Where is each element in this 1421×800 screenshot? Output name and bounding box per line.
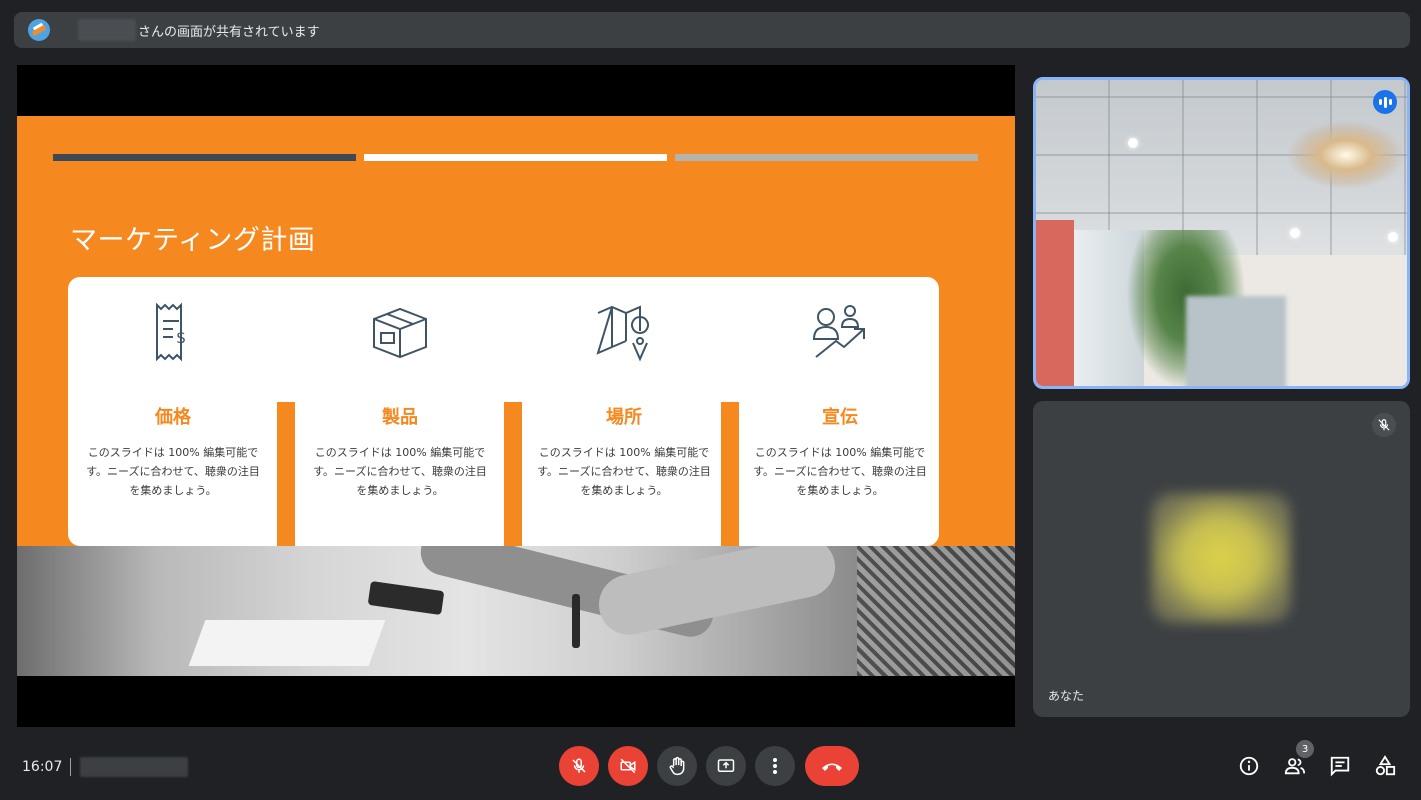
presentation-banner: さんの画面が共有されています	[14, 12, 1410, 48]
svg-text:$: $	[176, 328, 186, 347]
card-heading: 価格	[155, 407, 191, 428]
more-vert-icon	[773, 758, 777, 774]
card-heading: 宣伝	[822, 407, 858, 428]
present-button[interactable]	[706, 746, 746, 786]
audio-wave-icon	[1373, 90, 1397, 114]
card-body: このスライドは 100% 編集可能です。ニーズに合わせて、聴衆の注目を集めましょ…	[753, 446, 927, 497]
leave-call-button[interactable]	[805, 746, 859, 786]
chat-icon	[1330, 756, 1350, 777]
receipt-dollar-icon: $	[156, 302, 186, 362]
presenter-name-redacted	[78, 19, 136, 41]
box-icon	[373, 307, 427, 359]
slide-progress-bars	[53, 154, 978, 161]
divider	[70, 758, 71, 776]
slide-photo	[17, 546, 1015, 676]
mic-off-button[interactable]	[559, 746, 599, 786]
hand-icon	[669, 756, 685, 776]
avatar	[1151, 493, 1291, 623]
participant-tile[interactable]	[1033, 77, 1410, 389]
activities-button[interactable]	[1372, 753, 1398, 779]
map-pin-icon	[596, 305, 649, 362]
mic-off-icon	[1372, 413, 1396, 437]
card-body: このスライドは 100% 編集可能です。ニーズに合わせて、聴衆の注目を集めましょ…	[313, 446, 487, 497]
presentation-stage[interactable]: マーケティング計画 $ 価格 このスライドは 100% 編集可能です。ニーズに合…	[17, 65, 1015, 727]
videocam-off-icon	[620, 758, 636, 774]
card-body: このスライドは 100% 編集可能です。ニーズに合わせて、聴衆の注目を集めましょ…	[86, 446, 260, 497]
activities-icon	[1375, 755, 1396, 776]
mic-off-icon	[572, 758, 586, 773]
self-name-label: あなた	[1048, 689, 1085, 703]
meeting-code-redacted	[80, 757, 188, 777]
camera-off-button[interactable]	[608, 746, 648, 786]
self-tile[interactable]: あなた	[1033, 401, 1410, 717]
chat-button[interactable]	[1327, 753, 1353, 779]
people-count-badge: 3	[1296, 740, 1314, 758]
card-promotion: 宣伝 このスライドは 100% 編集可能です。ニーズに合わせて、聴衆の注目を集め…	[737, 277, 943, 500]
card-heading: 製品	[382, 407, 418, 428]
card-place: 場所 このスライドは 100% 編集可能です。ニーズに合わせて、聴衆の注目を集め…	[521, 277, 727, 500]
slides-app-icon	[28, 19, 50, 41]
people-growth-icon	[812, 305, 865, 358]
slide: マーケティング計画 $ 価格 このスライドは 100% 編集可能です。ニーズに合…	[17, 116, 1015, 676]
slide-title: マーケティング計画	[70, 225, 316, 256]
call-end-icon	[822, 763, 842, 771]
raise-hand-button[interactable]	[657, 746, 697, 786]
card-body: このスライドは 100% 編集可能です。ニーズに合わせて、聴衆の注目を集めましょ…	[537, 446, 711, 497]
card-product: 製品 このスライドは 100% 編集可能です。ニーズに合わせて、聴衆の注目を集め…	[297, 277, 503, 500]
phone-image	[367, 580, 445, 616]
info-button[interactable]	[1236, 753, 1262, 779]
ceiling-fan-image	[1286, 120, 1406, 190]
more-options-button[interactable]	[755, 746, 795, 786]
card-price: $ 価格 このスライドは 100% 編集可能です。ニーズに合わせて、聴衆の注目を…	[70, 277, 276, 500]
card-heading: 場所	[606, 407, 642, 428]
people-icon	[1284, 758, 1306, 775]
present-screen-icon	[717, 759, 735, 772]
banner-text: さんの画面が共有されています	[138, 24, 320, 40]
info-icon	[1239, 756, 1259, 776]
clock: 16:07	[22, 759, 63, 775]
participant-redacted	[1186, 296, 1286, 386]
